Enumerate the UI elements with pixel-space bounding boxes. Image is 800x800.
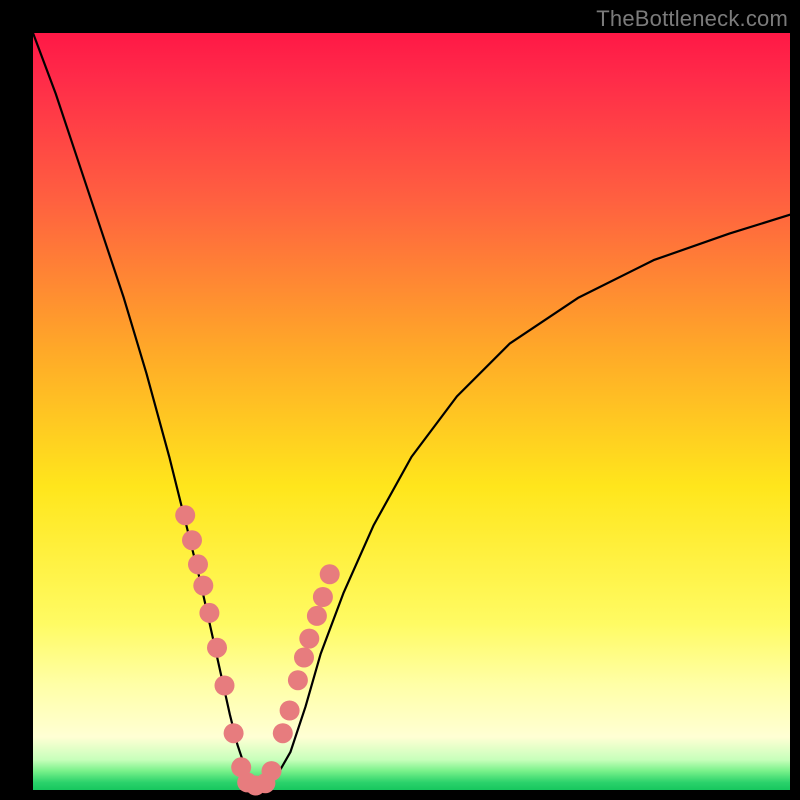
data-point: [288, 670, 308, 690]
data-point: [199, 603, 219, 623]
data-point: [307, 606, 327, 626]
data-point: [193, 576, 213, 596]
data-point: [175, 505, 195, 525]
data-point: [313, 587, 333, 607]
data-point: [320, 564, 340, 584]
data-point: [262, 761, 282, 781]
data-point: [294, 648, 314, 668]
data-point: [224, 723, 244, 743]
data-points-group: [175, 505, 340, 795]
data-point: [280, 701, 300, 721]
data-point: [215, 676, 235, 696]
data-point: [299, 629, 319, 649]
bottleneck-curve: [33, 33, 790, 786]
data-point: [273, 723, 293, 743]
data-point: [207, 638, 227, 658]
chart-svg: [33, 33, 790, 790]
watermark-text: TheBottleneck.com: [596, 6, 788, 32]
data-point: [182, 530, 202, 550]
chart-stage: TheBottleneck.com: [0, 0, 800, 800]
data-point: [188, 554, 208, 574]
plot-area: [33, 33, 790, 790]
